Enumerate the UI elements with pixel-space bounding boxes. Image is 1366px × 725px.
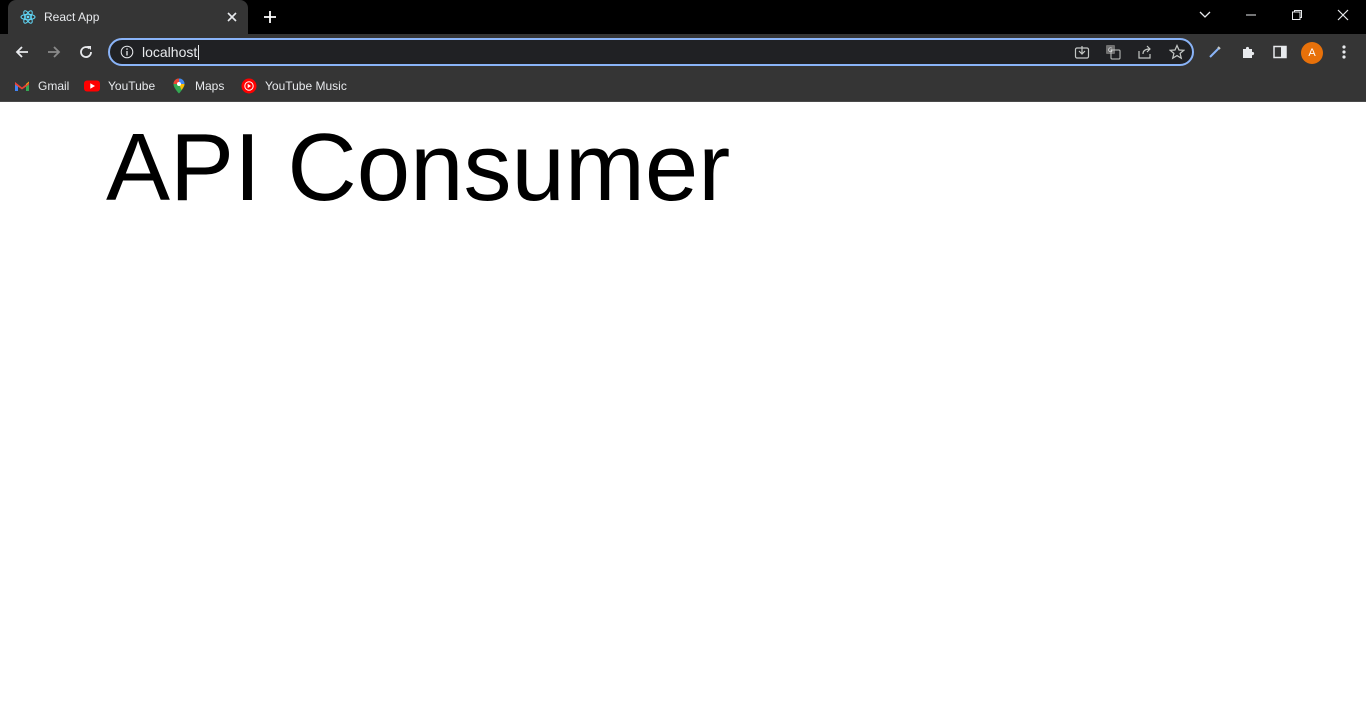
bookmark-label: Maps xyxy=(195,79,225,93)
page-content: API Consumer xyxy=(0,103,1366,725)
chrome-menu-icon[interactable] xyxy=(1330,38,1358,66)
bookmark-label: Gmail xyxy=(38,79,70,93)
forward-button[interactable] xyxy=(40,38,68,66)
bookmarks-bar: Gmail YouTube Maps YouTube Music xyxy=(0,70,1366,102)
address-text: localhost xyxy=(142,44,198,60)
restore-button[interactable] xyxy=(1274,0,1320,30)
side-panel-icon[interactable] xyxy=(1266,38,1294,66)
close-window-button[interactable] xyxy=(1320,0,1366,30)
gmail-icon xyxy=(14,78,30,94)
profile-avatar[interactable]: A xyxy=(1301,42,1323,64)
toolbar: localhost G A xyxy=(0,34,1366,70)
youtube-music-icon xyxy=(241,78,257,94)
new-tab-button[interactable] xyxy=(258,6,282,28)
tab-title: React App xyxy=(44,10,100,24)
minimize-button[interactable] xyxy=(1228,0,1274,30)
svg-text:G: G xyxy=(1108,47,1113,54)
extension-pen-icon[interactable] xyxy=(1201,38,1229,66)
bookmark-maps[interactable]: Maps xyxy=(171,76,224,96)
back-button[interactable] xyxy=(8,38,36,66)
bookmark-star-icon[interactable] xyxy=(1165,42,1189,62)
bookmark-gmail[interactable]: Gmail xyxy=(14,76,69,96)
tab-close-icon[interactable] xyxy=(222,7,242,27)
maps-icon xyxy=(171,78,187,94)
bookmark-label: YouTube xyxy=(108,79,156,93)
address-input[interactable]: localhost xyxy=(142,44,200,60)
react-logo-icon xyxy=(20,9,36,25)
bookmark-youtube-music[interactable]: YouTube Music xyxy=(241,76,347,96)
install-app-icon[interactable] xyxy=(1070,42,1094,62)
text-caret xyxy=(198,45,200,60)
extensions-puzzle-icon[interactable] xyxy=(1234,38,1262,66)
translate-icon[interactable]: G xyxy=(1101,42,1125,62)
bookmark-youtube[interactable]: YouTube xyxy=(84,76,155,96)
tab-search-button[interactable] xyxy=(1182,0,1228,30)
address-bar[interactable]: localhost G xyxy=(108,38,1194,66)
page-heading: API Consumer xyxy=(106,114,731,221)
tab-strip: React App xyxy=(0,0,1366,34)
tab-react-app[interactable]: React App xyxy=(8,0,248,34)
share-icon[interactable] xyxy=(1133,42,1157,62)
reload-button[interactable] xyxy=(72,38,100,66)
bookmark-label: YouTube Music xyxy=(265,79,347,93)
youtube-icon xyxy=(84,78,100,94)
site-info-icon[interactable] xyxy=(119,44,135,60)
